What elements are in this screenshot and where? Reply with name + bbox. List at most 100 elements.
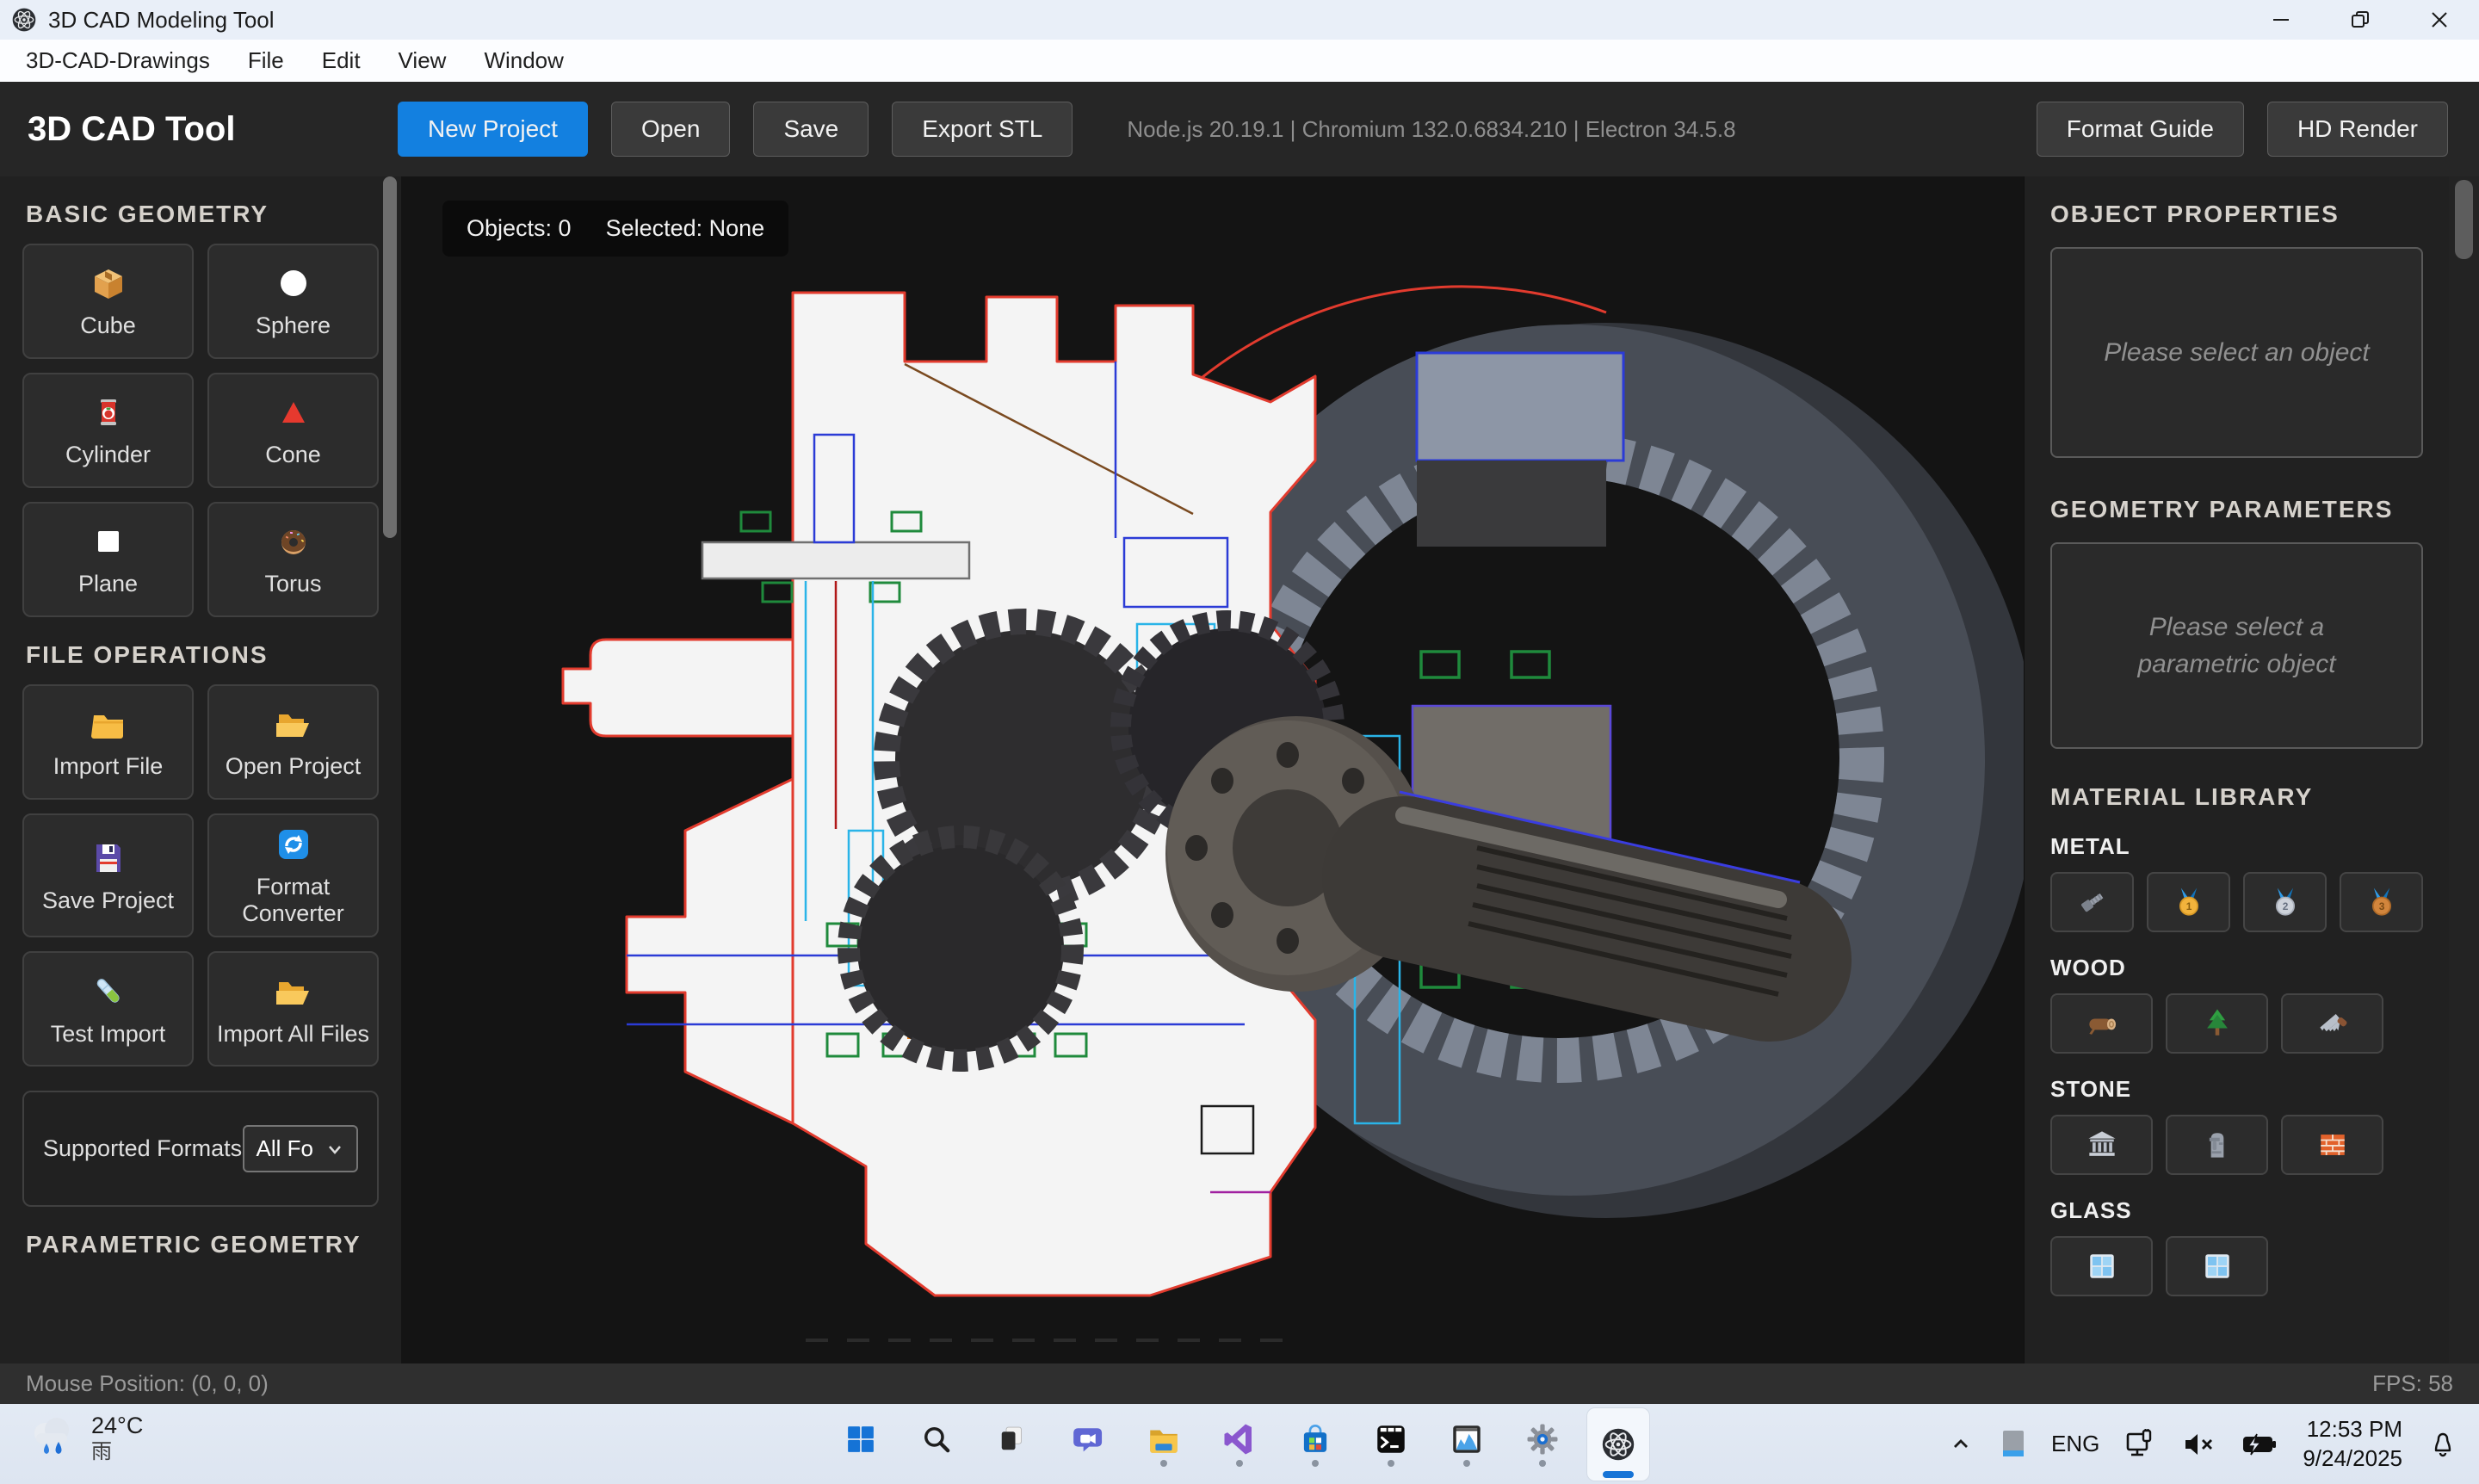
- cone-icon: [273, 392, 314, 433]
- terminal-icon: [1373, 1421, 1409, 1457]
- open-folder-icon: [273, 971, 314, 1012]
- wood-log-icon: [2083, 1005, 2121, 1042]
- menu-edit[interactable]: Edit: [303, 47, 380, 74]
- notifications-bell-icon[interactable]: [2426, 1427, 2460, 1462]
- object-properties-box: Please select an object: [2050, 247, 2423, 458]
- left-sidebar: BASIC GEOMETRY Cube Sphere: [0, 176, 401, 1363]
- active-app-indicator: [1603, 1471, 1634, 1478]
- material-bronze-button[interactable]: 3: [2340, 872, 2423, 932]
- cylinder-button[interactable]: Cylinder: [22, 373, 194, 488]
- material-glass-2-button[interactable]: [2166, 1236, 2268, 1296]
- material-marble-button[interactable]: [2050, 1115, 2153, 1175]
- test-tube-icon: [88, 971, 129, 1012]
- menu-window[interactable]: Window: [465, 47, 582, 74]
- menu-3d-cad-drawings[interactable]: 3D-CAD-Drawings: [7, 47, 229, 74]
- glass-materials-row: [2050, 1236, 2423, 1296]
- search-icon: [918, 1421, 955, 1457]
- language-indicator[interactable]: ENG: [2051, 1431, 2099, 1457]
- store-icon: [1297, 1421, 1333, 1457]
- settings-button[interactable]: [1511, 1407, 1574, 1481]
- start-button[interactable]: [829, 1407, 893, 1481]
- folder-icon: [88, 703, 129, 745]
- new-project-button[interactable]: New Project: [398, 102, 588, 157]
- window-pane-icon: [2198, 1247, 2236, 1285]
- torus-icon: [273, 521, 314, 562]
- wood-materials-row: [2050, 993, 2423, 1054]
- tray-chevron-up-icon[interactable]: [1946, 1430, 1975, 1459]
- weather-widget[interactable]: 24°C 雨: [24, 1411, 143, 1466]
- microsoft-store-button[interactable]: [1283, 1407, 1347, 1481]
- visual-studio-button[interactable]: [1208, 1407, 1271, 1481]
- torus-button[interactable]: Torus: [207, 502, 379, 617]
- restore-button[interactable]: [2321, 0, 2400, 40]
- material-glass-1-button[interactable]: [2050, 1236, 2153, 1296]
- sidebar-scrollbar[interactable]: [383, 176, 397, 538]
- floppy-disk-icon: [88, 838, 129, 879]
- test-import-button[interactable]: Test Import: [22, 951, 194, 1067]
- material-moai-button[interactable]: [2166, 1115, 2268, 1175]
- close-button[interactable]: [2400, 0, 2479, 40]
- sphere-icon: [273, 263, 314, 304]
- chat-button[interactable]: [1056, 1407, 1120, 1481]
- taskbar-icons: [829, 1404, 1650, 1484]
- file-explorer-button[interactable]: [1132, 1407, 1196, 1481]
- hd-render-button[interactable]: HD Render: [2267, 102, 2448, 157]
- main-area: BASIC GEOMETRY Cube Sphere: [0, 176, 2479, 1363]
- moai-icon: [2198, 1126, 2236, 1164]
- clock[interactable]: 12:53 PM 9/24/2025: [2303, 1415, 2402, 1474]
- supported-formats-select[interactable]: All Fo: [243, 1125, 358, 1172]
- parametric-geometry-title: PARAMETRIC GEOMETRY: [26, 1231, 375, 1258]
- geometry-parameters-box: Please select a parametric object: [2050, 542, 2423, 749]
- search-button[interactable]: [905, 1407, 968, 1481]
- selected-object: Selected: None: [606, 215, 765, 242]
- save-button[interactable]: Save: [753, 102, 869, 157]
- material-tree-button[interactable]: [2166, 993, 2268, 1054]
- window-pane-icon: [2083, 1247, 2121, 1285]
- material-nut-bolt-button[interactable]: [2050, 872, 2134, 932]
- cube-button[interactable]: Cube: [22, 244, 194, 359]
- cone-button[interactable]: Cone: [207, 373, 379, 488]
- export-stl-button[interactable]: Export STL: [892, 102, 1073, 157]
- windows-start-icon: [843, 1421, 879, 1457]
- battery-charging-icon[interactable]: [2240, 1427, 2279, 1462]
- import-all-files-button[interactable]: Import All Files: [207, 951, 379, 1067]
- window-title: 3D CAD Modeling Tool: [48, 7, 275, 34]
- task-view-icon: [994, 1421, 1030, 1457]
- basic-geometry-title: BASIC GEOMETRY: [26, 201, 375, 228]
- system-tray: ENG 12:53 PM 9/24/2025: [1946, 1404, 2460, 1484]
- terminal-button[interactable]: [1359, 1407, 1423, 1481]
- page-scrollbar-thumb[interactable]: [2455, 180, 2473, 259]
- sphere-button[interactable]: Sphere: [207, 244, 379, 359]
- material-saw-button[interactable]: [2281, 993, 2383, 1054]
- plane-button[interactable]: Plane: [22, 502, 194, 617]
- task-view-button[interactable]: [980, 1407, 1044, 1481]
- menu-file[interactable]: File: [229, 47, 303, 74]
- network-icon[interactable]: [2123, 1427, 2157, 1462]
- material-gold-button[interactable]: 1: [2147, 872, 2230, 932]
- format-guide-button[interactable]: Format Guide: [2037, 102, 2244, 157]
- menu-view[interactable]: View: [380, 47, 466, 74]
- saw-icon: [2314, 1005, 2352, 1042]
- minimize-button[interactable]: [2241, 0, 2321, 40]
- viewport[interactable]: Objects: 0 Selected: None: [401, 176, 2024, 1363]
- performance-monitor-button[interactable]: [1435, 1407, 1499, 1481]
- glass-group-title: GLASS: [2050, 1197, 2423, 1224]
- volume-muted-icon[interactable]: [2180, 1427, 2216, 1462]
- cad-app-taskbar-button[interactable]: [1586, 1407, 1650, 1481]
- open-button[interactable]: Open: [611, 102, 731, 157]
- open-project-button[interactable]: Open Project: [207, 684, 379, 800]
- open-folder-icon: [273, 703, 314, 745]
- evergreen-tree-icon: [2198, 1005, 2236, 1042]
- material-brick-button[interactable]: [2281, 1115, 2383, 1175]
- material-wood-log-button[interactable]: [2050, 993, 2153, 1054]
- page-scrollbar[interactable]: [2449, 176, 2479, 1363]
- tray-app-icon[interactable]: [1999, 1427, 2028, 1462]
- import-file-button[interactable]: Import File: [22, 684, 194, 800]
- screen: 3D CAD Modeling Tool 3D-CAD-Drawings Fil…: [0, 0, 2479, 1484]
- supported-formats-label: Supported Formats: [43, 1135, 242, 1162]
- classical-building-icon: [2083, 1126, 2121, 1164]
- material-silver-button[interactable]: 2: [2243, 872, 2327, 932]
- save-project-button[interactable]: Save Project: [22, 813, 194, 937]
- format-converter-button[interactable]: Format Converter: [207, 813, 379, 937]
- status-bar: Mouse Position: (0, 0, 0) FPS: 58: [0, 1363, 2479, 1404]
